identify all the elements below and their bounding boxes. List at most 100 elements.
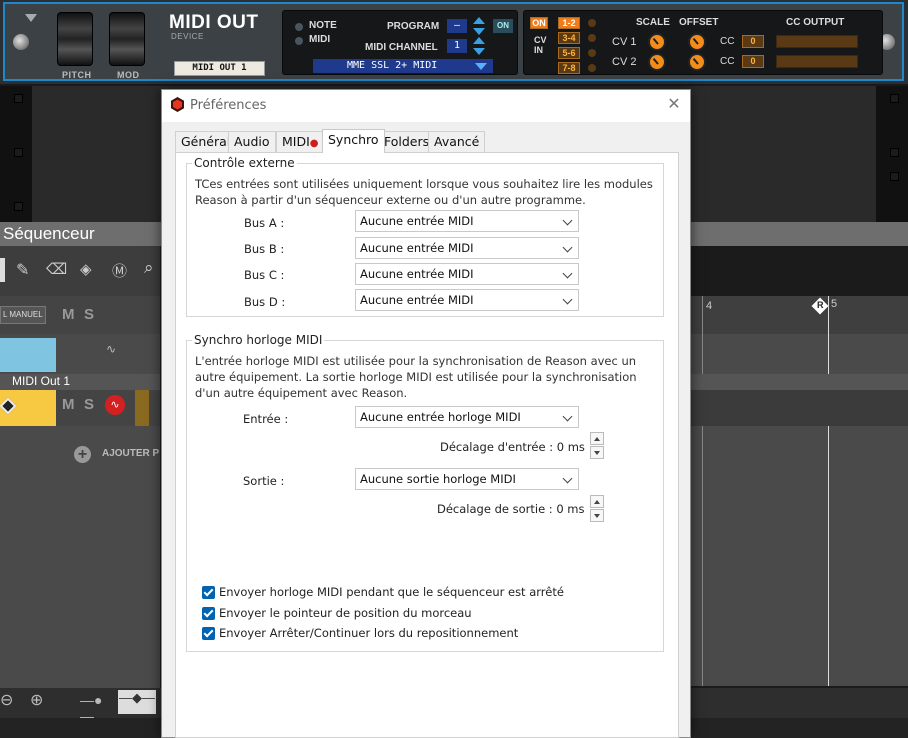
midi-track-title-bar: MIDI Out 1 bbox=[0, 374, 160, 390]
midi-clock-group: Synchro horloge MIDI L'entrée horloge MI… bbox=[186, 333, 664, 652]
razor-tool-icon[interactable]: ◈ bbox=[80, 260, 92, 278]
tab-synchro[interactable]: Synchro bbox=[322, 129, 385, 153]
magnify-tool-icon[interactable]: ⌕ bbox=[144, 258, 154, 278]
cv2-scale-knob[interactable] bbox=[648, 53, 666, 71]
rack-rail-left bbox=[0, 86, 32, 222]
channel-arrows-icon[interactable] bbox=[473, 37, 485, 55]
midi-channel-display[interactable]: 1 bbox=[447, 39, 467, 53]
sequencer-timeline: 4 R 5 bbox=[690, 296, 908, 686]
send-stop-continue-checkbox[interactable] bbox=[202, 627, 215, 640]
chevron-down-icon bbox=[562, 411, 573, 422]
cv1-scale-knob[interactable] bbox=[648, 33, 666, 51]
pair-5-6[interactable]: 5-6 bbox=[558, 47, 580, 59]
clock-output-select[interactable]: Aucune sortie horloge MIDI bbox=[355, 468, 579, 490]
stepper-down-icon[interactable] bbox=[590, 446, 604, 459]
tab-folders[interactable]: Folders bbox=[378, 131, 436, 152]
chevron-down-icon bbox=[562, 294, 573, 305]
midi-track-row: M S ∿ bbox=[0, 390, 160, 426]
pair-1-2[interactable]: 1-2 bbox=[558, 17, 580, 29]
fold-toggle-icon[interactable] bbox=[25, 14, 37, 24]
cv2-offset-knob[interactable] bbox=[688, 53, 706, 71]
cv1-offset-knob[interactable] bbox=[688, 33, 706, 51]
cv-in-label: CV IN bbox=[534, 35, 547, 55]
device-tape-label[interactable]: MIDI OUT 1 bbox=[174, 61, 265, 76]
track-mute[interactable]: M bbox=[62, 396, 75, 413]
lane-height-large-icon[interactable]: —◆— bbox=[118, 690, 156, 714]
tab-label: Folders bbox=[384, 134, 430, 149]
cv2-label: CV 2 bbox=[612, 56, 637, 68]
transport-track-clip[interactable] bbox=[0, 338, 56, 372]
dialog-title: Préférences bbox=[190, 98, 267, 113]
external-control-description: TCes entrées sont utilisées uniquement l… bbox=[195, 177, 653, 207]
track-solo[interactable]: S bbox=[84, 396, 94, 413]
mod-wheel[interactable] bbox=[109, 12, 145, 66]
output-port-display[interactable]: MME SSL 2+ MIDI bbox=[313, 59, 493, 73]
tab-label: Audio bbox=[234, 134, 270, 149]
note-label: NOTE bbox=[309, 20, 337, 31]
send-song-position-label[interactable]: Envoyer le pointeur de position du morce… bbox=[219, 606, 472, 620]
bar-4: 4 bbox=[706, 300, 713, 312]
clock-input-select[interactable]: Aucune entrée horloge MIDI bbox=[355, 406, 579, 428]
tab-label: Avancé bbox=[434, 134, 480, 149]
pair-led-1 bbox=[588, 19, 596, 27]
stepper-down-icon[interactable] bbox=[590, 509, 604, 522]
tab-midi[interactable]: MIDI● bbox=[276, 131, 325, 152]
pitch-wheel[interactable] bbox=[57, 12, 93, 66]
zoom-in-icon[interactable]: ⊕ bbox=[30, 690, 43, 710]
ruler: 4 R 5 bbox=[690, 296, 908, 334]
pencil-tool-icon[interactable]: ✎ bbox=[16, 260, 29, 280]
send-clock-when-stopped-label[interactable]: Envoyer horloge MIDI pendant que le séqu… bbox=[219, 585, 564, 599]
midi-settings-panel: NOTE MIDI PROGRAM — ON MIDI CHANNEL 1 MM… bbox=[282, 10, 518, 75]
select-tool[interactable] bbox=[0, 258, 5, 282]
tab-audio[interactable]: Audio bbox=[228, 131, 276, 152]
midi-channel-label: MIDI CHANNEL bbox=[365, 42, 438, 53]
track-name[interactable]: MIDI Out 1 bbox=[12, 374, 70, 388]
mute-tool-icon[interactable]: Ⓜ bbox=[112, 260, 127, 281]
program-label: PROGRAM bbox=[387, 21, 440, 32]
midi-label: MIDI bbox=[309, 34, 331, 45]
cc1-output-bar bbox=[776, 35, 858, 48]
bus-b-select[interactable]: Aucune entrée MIDI bbox=[355, 237, 579, 259]
chevron-down-icon bbox=[562, 242, 573, 253]
pair-led-2 bbox=[588, 34, 596, 42]
program-arrows-icon[interactable] bbox=[473, 17, 485, 35]
bus-a-value: Aucune entrée MIDI bbox=[360, 214, 474, 228]
bus-a-select[interactable]: Aucune entrée MIDI bbox=[355, 210, 579, 232]
eraser-tool-icon[interactable]: ⌫ bbox=[46, 260, 67, 278]
output-offset-stepper[interactable] bbox=[590, 495, 604, 523]
program-display[interactable]: — bbox=[447, 19, 467, 33]
send-stop-continue-label[interactable]: Envoyer Arrêter/Continuer lors du reposi… bbox=[219, 626, 518, 640]
track-selected-icon bbox=[0, 397, 17, 415]
master-solo[interactable]: S bbox=[84, 306, 94, 323]
bus-d-select[interactable]: Aucune entrée MIDI bbox=[355, 289, 579, 311]
stepper-up-icon[interactable] bbox=[590, 495, 604, 508]
pair-3-4[interactable]: 3-4 bbox=[558, 32, 580, 44]
send-clock-when-stopped-checkbox[interactable] bbox=[202, 586, 215, 599]
close-icon[interactable]: ✕ bbox=[664, 95, 684, 115]
record-enable-icon[interactable]: ∿ bbox=[105, 395, 125, 415]
synchro-tab-page: Contrôle externe TCes entrées sont utili… bbox=[175, 152, 679, 738]
send-song-position-checkbox[interactable] bbox=[202, 607, 215, 620]
stepper-up-icon[interactable] bbox=[590, 432, 604, 445]
cc1-value[interactable]: 0 bbox=[742, 35, 764, 48]
zoom-out-icon[interactable]: ⊖ bbox=[0, 690, 13, 710]
tab-avance[interactable]: Avancé bbox=[428, 131, 486, 152]
track-color-tile[interactable] bbox=[0, 390, 56, 426]
offset-label: OFFSET bbox=[679, 17, 719, 28]
clock-input-label: Entrée : bbox=[243, 412, 289, 426]
add-track-label[interactable]: AJOUTER P bbox=[102, 448, 159, 459]
reason-app-icon bbox=[171, 97, 184, 112]
cc2-value[interactable]: 0 bbox=[742, 55, 764, 68]
clock-output-label: Sortie : bbox=[243, 474, 285, 488]
clock-output-value: Aucune sortie horloge MIDI bbox=[360, 472, 516, 486]
lane-height-small-icon[interactable]: —●— bbox=[80, 692, 110, 724]
master-mute[interactable]: M bbox=[62, 306, 75, 323]
pair-7-8[interactable]: 7-8 bbox=[558, 62, 580, 74]
manual-button[interactable]: L MANUEL bbox=[0, 306, 46, 324]
input-offset-stepper[interactable] bbox=[590, 432, 604, 460]
bus-c-select[interactable]: Aucune entrée MIDI bbox=[355, 263, 579, 285]
program-on-button[interactable]: ON bbox=[493, 19, 513, 33]
add-track-icon[interactable]: + bbox=[74, 446, 91, 463]
track-header: L MANUEL M S bbox=[0, 296, 160, 334]
cv-on-button[interactable]: ON bbox=[530, 17, 548, 29]
